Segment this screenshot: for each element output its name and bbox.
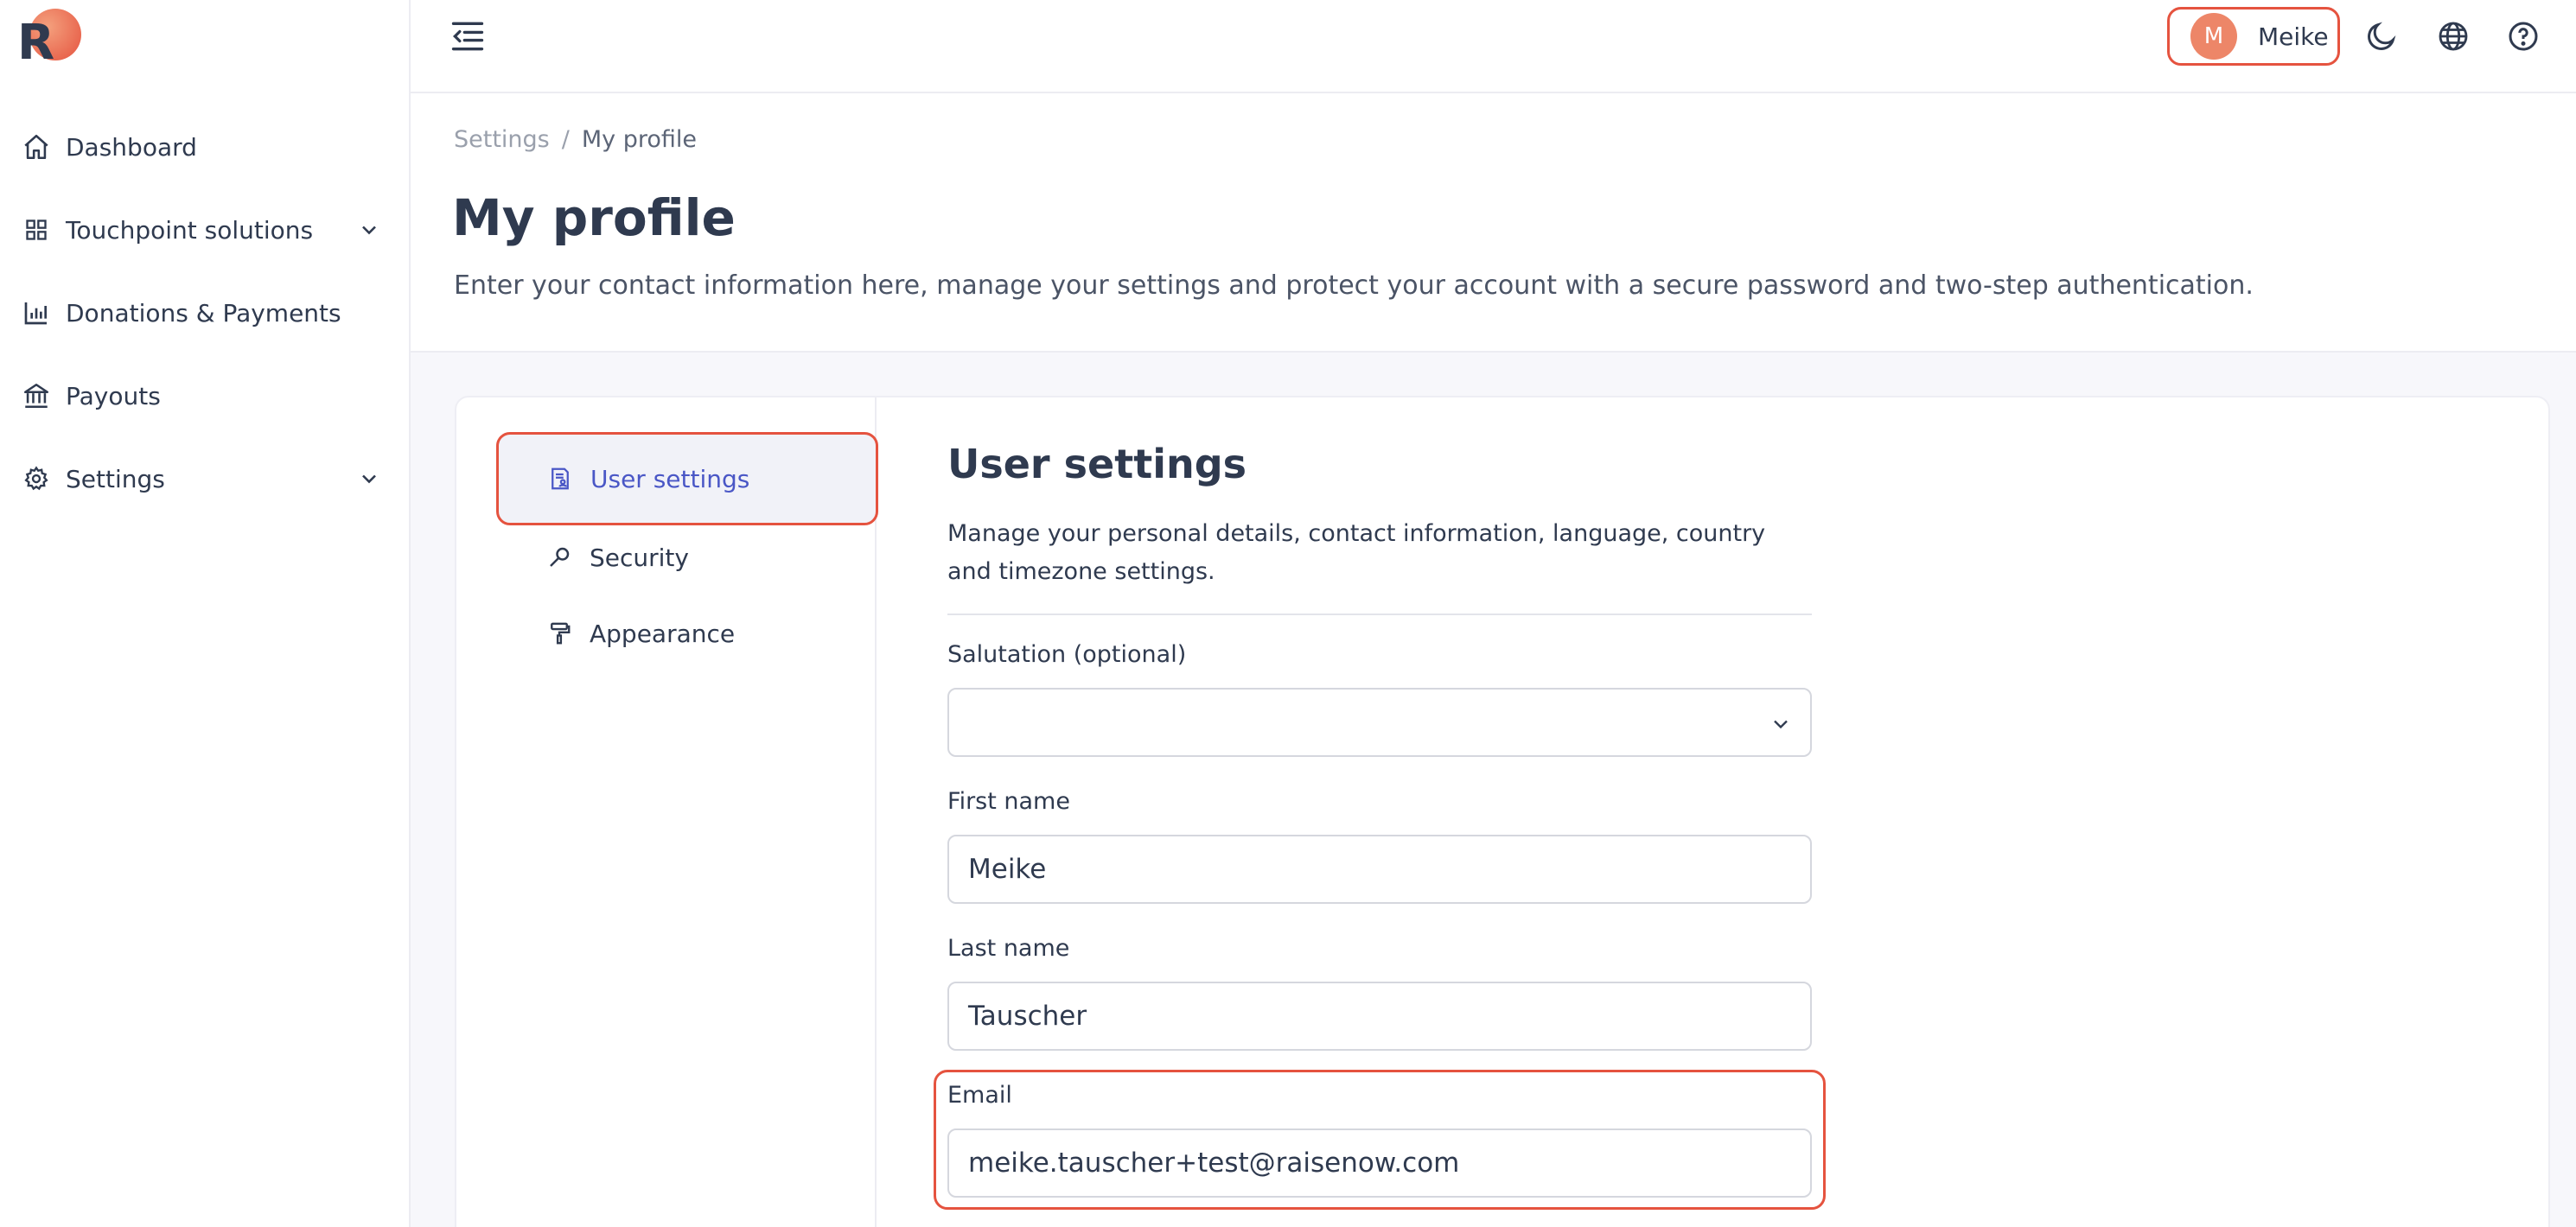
sidebar-item-label: Touchpoint solutions xyxy=(66,215,314,245)
divider xyxy=(947,614,1812,615)
email-value: meike.tauscher+test@raisenow.com xyxy=(968,1148,1460,1179)
chevron-down-icon[interactable] xyxy=(357,218,381,242)
sidebar-item-donations-payments[interactable]: Donations & Payments xyxy=(0,271,411,354)
profile-card: User settings Security Appearance User s… xyxy=(455,396,2550,1227)
help-icon[interactable] xyxy=(2506,19,2541,54)
profile-subnav: User settings Security Appearance xyxy=(456,397,878,1227)
email-label: Email xyxy=(947,1082,1012,1109)
first-name-value: Meike xyxy=(968,854,1047,885)
sidebar-item-payouts[interactable]: Payouts xyxy=(0,354,411,437)
chevron-down-icon[interactable] xyxy=(357,467,381,491)
first-name-label: First name xyxy=(947,788,1070,815)
tab-user-settings[interactable]: User settings xyxy=(496,432,878,525)
avatar: M xyxy=(2190,13,2237,60)
section-description: Manage your personal details, contact in… xyxy=(947,520,1766,585)
sidebar-item-touchpoint-solutions[interactable]: Touchpoint solutions xyxy=(0,188,411,271)
tab-label: Security xyxy=(590,543,689,572)
grid-icon xyxy=(21,214,52,245)
sidebar-nav: Dashboard Touchpoint solutions Donations… xyxy=(0,105,411,520)
sidebar-item-settings[interactable]: Settings xyxy=(0,437,411,520)
moon-icon[interactable] xyxy=(2364,19,2399,54)
sidebar-item-label: Settings xyxy=(66,464,165,493)
sidebar-item-dashboard[interactable]: Dashboard xyxy=(0,105,411,188)
breadcrumb-settings-link[interactable]: Settings xyxy=(454,126,550,153)
tab-security[interactable]: Security xyxy=(498,516,875,599)
last-name-value: Tauscher xyxy=(968,1001,1087,1032)
paint-roller-icon xyxy=(546,620,572,646)
last-name-label: Last name xyxy=(947,935,1070,962)
first-name-field[interactable]: Meike xyxy=(947,835,1812,904)
page-title: My profile xyxy=(452,188,736,247)
breadcrumb-separator: / xyxy=(561,126,570,153)
section-title: User settings xyxy=(947,441,1247,487)
email-field[interactable]: meike.tauscher+test@raisenow.com xyxy=(947,1128,1812,1198)
tab-label: Appearance xyxy=(590,619,736,648)
sidebar-item-label: Dashboard xyxy=(66,132,197,162)
key-icon xyxy=(546,544,572,570)
topbar: M Meike xyxy=(411,0,2576,93)
sidebar: R Dashboard Touchpoint solutions Donatio… xyxy=(0,0,411,1227)
breadcrumb-current: My profile xyxy=(581,126,698,153)
salutation-label: Salutation (optional) xyxy=(947,641,1187,668)
raisenow-logo[interactable]: R xyxy=(17,9,81,71)
bank-icon xyxy=(21,380,52,411)
page-header: Settings / My profile My profile Enter you… xyxy=(411,93,2576,353)
page-subtitle: Enter your contact information here, man… xyxy=(454,270,2254,301)
bar-chart-icon xyxy=(21,297,52,328)
user-name: Meike xyxy=(2258,22,2329,51)
home-icon xyxy=(21,131,52,162)
tab-label: User settings xyxy=(590,464,750,493)
globe-icon[interactable] xyxy=(2436,19,2471,54)
sidebar-item-label: Donations & Payments xyxy=(66,298,341,327)
tab-appearance[interactable]: Appearance xyxy=(498,592,875,675)
last-name-field[interactable]: Tauscher xyxy=(947,982,1812,1051)
logo-letter: R xyxy=(17,15,55,71)
salutation-select[interactable] xyxy=(947,688,1812,757)
chevron-down-icon xyxy=(1769,712,1793,736)
user-menu-button[interactable]: M Meike xyxy=(2167,7,2340,66)
sidebar-item-label: Payouts xyxy=(66,381,161,410)
breadcrumb: Settings / My profile xyxy=(454,126,697,153)
menu-collapse-icon[interactable] xyxy=(449,17,487,55)
user-document-icon xyxy=(547,466,573,492)
gear-icon xyxy=(21,463,52,494)
